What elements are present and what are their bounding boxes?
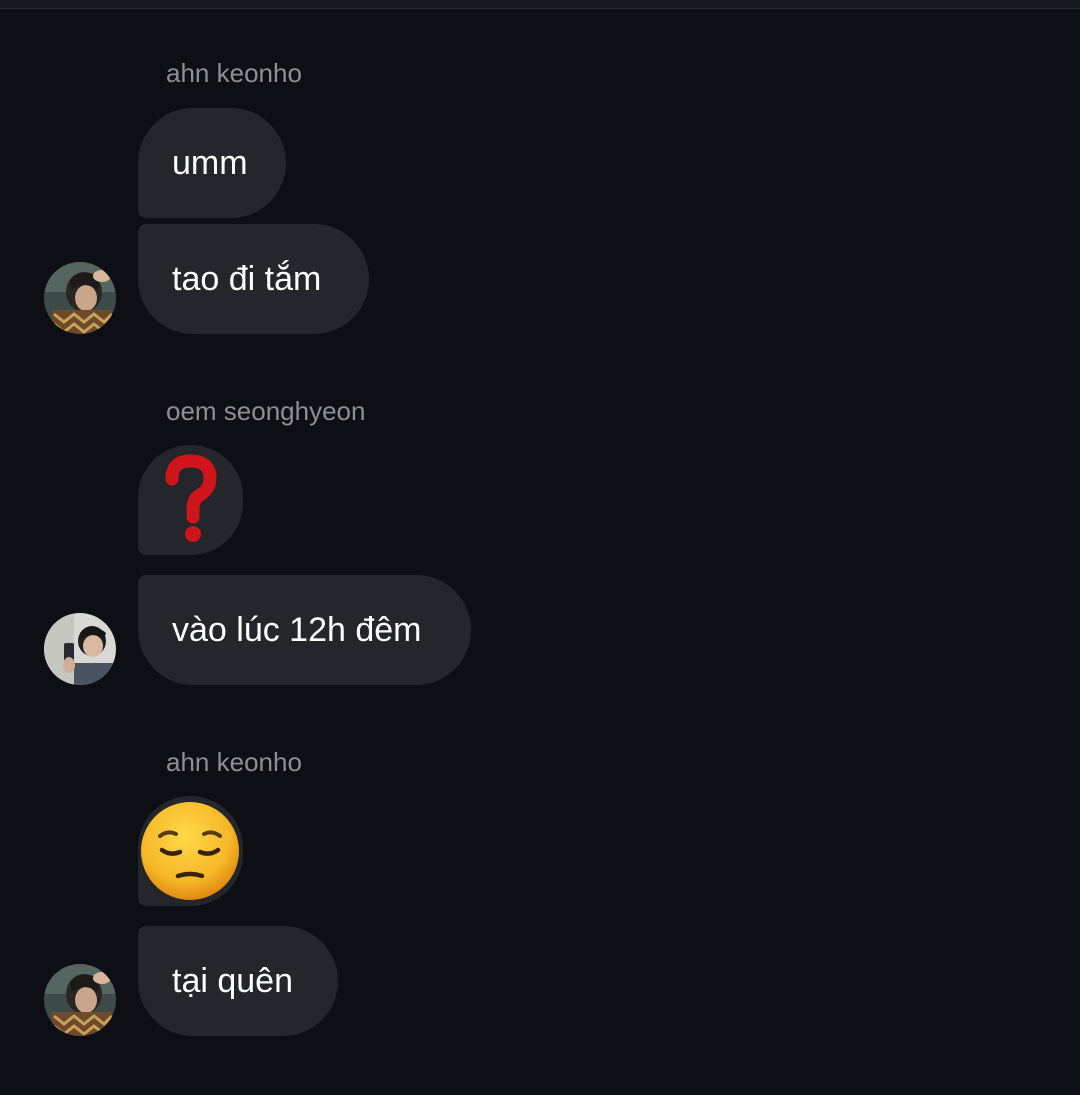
message-text: tại quên [172,962,293,1000]
avatar-image [44,964,116,1036]
avatar[interactable] [44,613,116,685]
question-mark-emoji-icon [165,454,217,542]
message-bubble[interactable]: tại quên [138,926,338,1036]
chat-thread: ahn keonho umm tao đi tắm oem seonghyeon… [0,0,1080,1095]
avatar-image [44,262,116,334]
message-text: vào lúc 12h đêm [172,611,422,649]
avatar-image [44,613,116,685]
message-bubble[interactable] [138,796,243,906]
pensive-face-emoji-icon [141,802,239,900]
sender-name: oem seonghyeon [166,396,366,426]
message-bubble[interactable]: umm [138,108,286,218]
avatar[interactable] [44,964,116,1036]
sender-name: ahn keonho [166,747,302,777]
header-divider [0,0,1080,9]
message-bubble[interactable]: tao đi tắm [138,224,369,334]
message-bubble[interactable] [138,445,243,555]
message-bubble[interactable]: vào lúc 12h đêm [138,575,471,685]
message-text: tao đi tắm [172,260,322,298]
sender-name: ahn keonho [166,58,302,88]
avatar[interactable] [44,262,116,334]
message-text: umm [172,144,248,182]
